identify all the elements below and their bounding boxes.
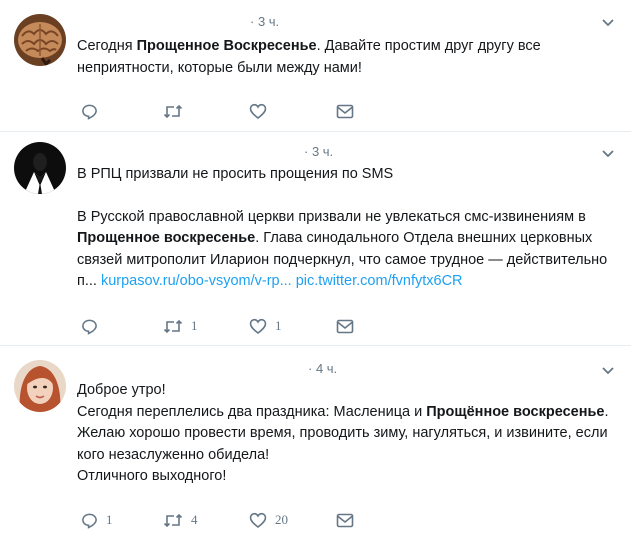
reply-button[interactable]: 1 — [81, 510, 113, 530]
envelope-icon — [336, 319, 354, 333]
tweet[interactable]: · 4 ч. Доброе утро! Сегодня переплелись д… — [0, 346, 631, 537]
tweet-text: В РПЦ призвали не просить прощения по SM… — [77, 164, 617, 293]
tweet-link[interactable]: kurpasov.ru/obo-vsyom/v-rp... — [101, 273, 292, 289]
tweet-time[interactable]: · 4 ч. — [308, 361, 337, 376]
retweet-icon — [163, 513, 183, 527]
envelope-icon — [336, 513, 354, 527]
tweet-text-run: Сегодня — [77, 38, 137, 54]
tweet-text-run: . — [604, 403, 609, 420]
tweet-paragraph: Отличного выходного! — [77, 466, 617, 488]
tweet-actions: 1 1 — [77, 316, 617, 338]
tweet-text-run: В РПЦ призвали не просить прощения по SM… — [77, 166, 394, 182]
reply-button[interactable] — [81, 316, 106, 336]
retweet-count: 4 — [191, 512, 198, 527]
tweet-text: Доброе утро! Сегодня переплелись два праз… — [77, 380, 617, 488]
tweet-text-run: Отличного выходного! — [77, 468, 227, 484]
message-button[interactable] — [336, 316, 354, 336]
tweet-time[interactable]: · 3 ч. — [304, 144, 333, 159]
avatar[interactable] — [14, 142, 66, 194]
reply-icon — [82, 104, 97, 120]
tweet-text-run: Сегодня переплелись два праздника: Масле… — [77, 403, 427, 420]
retweet-icon — [163, 104, 183, 118]
hashtag-highlight: Прощенное Воскресенье — [136, 38, 317, 54]
retweet-button[interactable]: 4 — [163, 510, 198, 530]
tweet-paragraph: Сегодня переплелись два праздника: Масле… — [77, 402, 617, 424]
avatar[interactable] — [14, 14, 66, 66]
retweet-button[interactable]: 1 — [163, 316, 198, 336]
reply-icon — [82, 513, 97, 529]
envelope-icon — [336, 104, 354, 118]
heart-icon — [249, 512, 267, 528]
avatar[interactable] — [14, 360, 66, 412]
tweet-text-run: Доброе утро! — [77, 382, 166, 398]
tweet-text: Сегодня Прощенное Воскресенье. Давайте п… — [77, 36, 617, 79]
tweet-link[interactable]: pic.twitter.com/fvnfytx6CR — [296, 273, 463, 289]
chevron-down-icon[interactable] — [601, 149, 615, 159]
reply-button[interactable] — [81, 101, 106, 121]
tweet-actions — [77, 101, 617, 123]
reply-icon — [82, 319, 97, 335]
like-button[interactable]: 1 — [249, 316, 282, 336]
tweet[interactable]: · 3 ч. Сегодня Прощенное Воскресенье. Да… — [0, 0, 631, 130]
retweet-icon — [163, 319, 183, 333]
tweet[interactable]: · 3 ч. В РПЦ призвали не просить прощени… — [0, 132, 631, 344]
tweet-text-run: В Русской православной церкви призвали н… — [77, 208, 586, 225]
tweet-paragraph: Доброе утро! — [77, 380, 617, 402]
heart-icon — [249, 318, 267, 334]
message-button[interactable] — [336, 510, 354, 530]
tweet-actions: 1 4 20 — [77, 510, 617, 532]
tweet-paragraph: В РПЦ призвали не просить прощения по SM… — [77, 164, 617, 186]
tweet-text-run: Желаю хорошо провести время, проводить з… — [77, 425, 608, 463]
like-button[interactable]: 20 — [249, 510, 288, 530]
tweet-header: · 3 ч. — [78, 144, 333, 162]
reply-count: 1 — [106, 512, 113, 527]
like-count: 20 — [275, 512, 288, 527]
tweet-paragraph: Сегодня Прощенное Воскресенье. Давайте п… — [77, 36, 617, 79]
hashtag-highlight: Прощённое воскресенье — [426, 403, 605, 420]
tweet-header: · 4 ч. — [78, 361, 337, 379]
tweet-time[interactable]: · 3 ч. — [250, 14, 279, 29]
message-button[interactable] — [336, 101, 354, 121]
tweet-paragraph: Желаю хорошо провести время, проводить з… — [77, 423, 617, 466]
chevron-down-icon[interactable] — [601, 366, 615, 376]
tweet-feed: · 3 ч. Сегодня Прощенное Воскресенье. Да… — [0, 0, 631, 537]
like-count: 1 — [275, 318, 282, 333]
retweet-button[interactable] — [163, 101, 191, 121]
chevron-down-icon[interactable] — [601, 18, 615, 28]
hashtag-highlight: Прощенное воскресенье — [77, 230, 256, 246]
tweet-header: · 3 ч. — [78, 14, 279, 32]
tweet-paragraph: В Русской православной церкви призвали н… — [77, 207, 617, 293]
retweet-count: 1 — [191, 318, 198, 333]
heart-icon — [249, 103, 267, 119]
like-button[interactable] — [249, 101, 275, 121]
